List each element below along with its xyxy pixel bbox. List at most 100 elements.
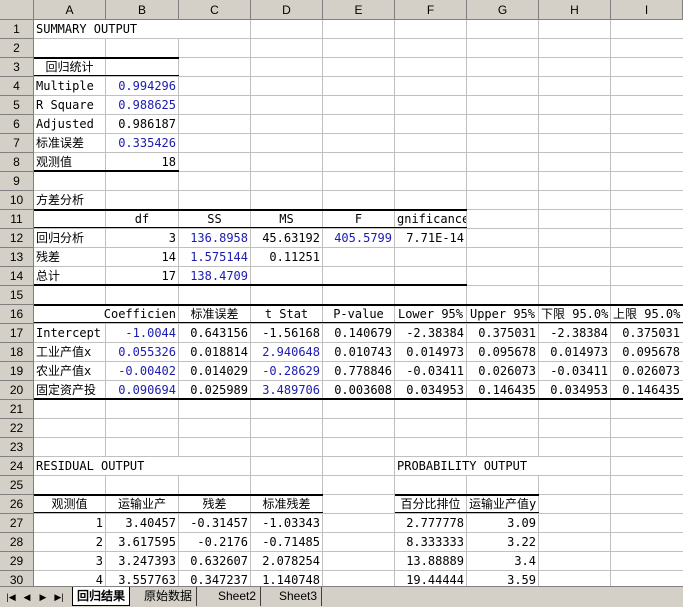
cell-b8[interactable]: 18 xyxy=(106,153,178,171)
sheet-tab-sheet2[interactable]: Sheet2 xyxy=(214,587,262,606)
row-header-25[interactable]: 25 xyxy=(0,476,34,495)
cell-d12[interactable]: 45.63192 xyxy=(251,229,322,247)
cell-c20[interactable]: 0.025989 xyxy=(179,381,250,399)
cell-b27[interactable]: 3.40457 xyxy=(106,514,178,532)
row-header-4[interactable]: 4 xyxy=(0,77,34,96)
cell-g29[interactable]: 3.4 xyxy=(467,552,538,570)
cell-a27[interactable]: 1 xyxy=(34,514,105,532)
cell-b11[interactable]: df xyxy=(106,210,178,228)
row-header-17[interactable]: 17 xyxy=(0,324,34,343)
cell-c27[interactable]: -0.31457 xyxy=(179,514,250,532)
spreadsheet-grid[interactable]: ABCDEFGHI 1 2 3 4 5 6 7 8 9 10 11 12 13 14 15 16 17 18 19 2… xyxy=(0,0,683,586)
cell-a14[interactable]: 总计 xyxy=(34,267,105,285)
cell-e19[interactable]: 0.778846 xyxy=(323,362,394,380)
cell-d19[interactable]: -0.28629 xyxy=(251,362,322,380)
cell-d16[interactable]: t Stat xyxy=(251,305,322,323)
cell-c12[interactable]: 136.8958 xyxy=(179,229,250,247)
cell-b26[interactable]: 运输业产 xyxy=(106,495,178,513)
row-header-23[interactable]: 23 xyxy=(0,438,34,457)
cell-a20[interactable]: 固定资产投 xyxy=(34,381,105,399)
cell-g18[interactable]: 0.095678 xyxy=(467,343,538,361)
cell-f20[interactable]: 0.034953 xyxy=(395,381,466,399)
row-header-3[interactable]: 3 xyxy=(0,58,34,77)
cell-f12[interactable]: 7.71E-14 xyxy=(395,229,466,247)
cell-g16[interactable]: Upper 95% xyxy=(467,305,538,323)
row-header-29[interactable]: 29 xyxy=(0,552,34,571)
row-header-9[interactable]: 9 xyxy=(0,172,34,191)
cell-g27[interactable]: 3.09 xyxy=(467,514,538,532)
row-header-13[interactable]: 13 xyxy=(0,248,34,267)
column-header-e[interactable]: E xyxy=(323,0,395,20)
column-header-c[interactable]: C xyxy=(179,0,251,20)
cell-f28[interactable]: 8.333333 xyxy=(395,533,466,551)
row-header-20[interactable]: 20 xyxy=(0,381,34,400)
cell-a7[interactable]: 标准误差 xyxy=(34,134,105,152)
cell-d20[interactable]: 3.489706 xyxy=(251,381,322,399)
cell-a16[interactable]: Coefficien xyxy=(34,305,178,323)
cell-b5[interactable]: 0.988625 xyxy=(106,96,178,114)
cell-a13[interactable]: 残差 xyxy=(34,248,105,266)
cell-c11[interactable]: SS xyxy=(179,210,250,228)
cell-d11[interactable]: MS xyxy=(251,210,322,228)
cell-e12[interactable]: 405.5799 xyxy=(323,229,394,247)
cell-a3[interactable]: 回归统计 xyxy=(34,58,105,76)
row-header-2[interactable]: 2 xyxy=(0,39,34,58)
cell-c29[interactable]: 0.632607 xyxy=(179,552,250,570)
cell-g19[interactable]: 0.026073 xyxy=(467,362,538,380)
row-header-6[interactable]: 6 xyxy=(0,115,34,134)
cell-b20[interactable]: 0.090694 xyxy=(106,381,178,399)
prev-sheet-icon[interactable]: ◀ xyxy=(20,590,34,604)
cell-a19[interactable]: 农业产值x xyxy=(34,362,105,380)
cell-b6[interactable]: 0.986187 xyxy=(106,115,178,133)
cell-e16[interactable]: P-value xyxy=(323,305,394,323)
cell-c26[interactable]: 残差 xyxy=(179,495,250,513)
cell-a29[interactable]: 3 xyxy=(34,552,105,570)
row-header-18[interactable]: 18 xyxy=(0,343,34,362)
cell-a30[interactable]: 4 xyxy=(34,571,105,586)
cell-g17[interactable]: 0.375031 xyxy=(467,324,538,342)
cell-b28[interactable]: 3.617595 xyxy=(106,533,178,551)
next-sheet-icon[interactable]: ▶ xyxy=(36,590,50,604)
cell-f19[interactable]: -0.03411 xyxy=(395,362,466,380)
cell-f18[interactable]: 0.014973 xyxy=(395,343,466,361)
cell-c17[interactable]: 0.643156 xyxy=(179,324,250,342)
cell-a17[interactable]: Intercept xyxy=(34,324,105,342)
cell-g28[interactable]: 3.22 xyxy=(467,533,538,551)
cell-d26[interactable]: 标准残差 xyxy=(251,495,322,513)
column-header-g[interactable]: G xyxy=(467,0,539,20)
cell-f30[interactable]: 19.44444 xyxy=(395,571,466,586)
column-header-h[interactable]: H xyxy=(539,0,611,20)
select-all-corner[interactable] xyxy=(0,0,34,20)
row-header-19[interactable]: 19 xyxy=(0,362,34,381)
cell-a4[interactable]: Multiple xyxy=(34,77,105,95)
cell-a24[interactable]: RESIDUAL OUTPUT xyxy=(34,457,250,475)
cell-c28[interactable]: -0.2176 xyxy=(179,533,250,551)
cell-d17[interactable]: -1.56168 xyxy=(251,324,322,342)
cell-b30[interactable]: 3.557763 xyxy=(106,571,178,586)
cell-h19[interactable]: -0.03411 xyxy=(539,362,610,380)
cell-c13[interactable]: 1.575144 xyxy=(179,248,250,266)
cell-c16[interactable]: 标准误差 xyxy=(179,305,250,323)
row-header-14[interactable]: 14 xyxy=(0,267,34,286)
cell-b7[interactable]: 0.335426 xyxy=(106,134,178,152)
first-sheet-icon[interactable]: |◀ xyxy=(4,590,18,604)
last-sheet-icon[interactable]: ▶| xyxy=(52,590,66,604)
cell-a10[interactable]: 方差分析 xyxy=(34,191,105,209)
cell-f17[interactable]: -2.38384 xyxy=(395,324,466,342)
cell-c18[interactable]: 0.018814 xyxy=(179,343,250,361)
row-header-21[interactable]: 21 xyxy=(0,400,34,419)
row-header-27[interactable]: 27 xyxy=(0,514,34,533)
column-header-i[interactable]: I xyxy=(611,0,683,20)
cell-h17[interactable]: -2.38384 xyxy=(539,324,610,342)
cell-b17[interactable]: -1.0044 xyxy=(106,324,178,342)
row-header-30[interactable]: 30 xyxy=(0,571,34,586)
cell-a8[interactable]: 观测值 xyxy=(34,153,105,171)
cell-f11[interactable]: gnificance F xyxy=(395,210,466,228)
row-header-10[interactable]: 10 xyxy=(0,191,34,210)
row-header-16[interactable]: 16 xyxy=(0,305,34,324)
cell-f29[interactable]: 13.88889 xyxy=(395,552,466,570)
cell-f27[interactable]: 2.777778 xyxy=(395,514,466,532)
cell-h16[interactable]: 下限 95.0% xyxy=(539,305,610,323)
sheet-tab-sheet3[interactable]: Sheet3 xyxy=(275,587,323,606)
cell-b29[interactable]: 3.247393 xyxy=(106,552,178,570)
